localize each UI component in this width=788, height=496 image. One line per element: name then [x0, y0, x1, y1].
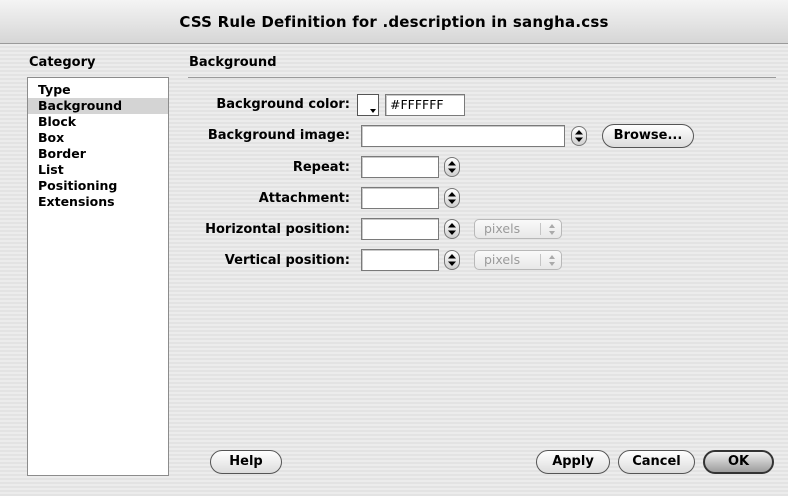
select-divider	[540, 254, 541, 266]
category-item-border[interactable]: Border	[28, 146, 168, 162]
category-list: Type Background Block Box Border List Po…	[27, 77, 169, 476]
panel-heading: Background	[189, 55, 277, 70]
cancel-button[interactable]: Cancel	[618, 450, 695, 474]
category-item-box[interactable]: Box	[28, 130, 168, 146]
category-item-type[interactable]: Type	[28, 82, 168, 98]
repeat-select[interactable]	[361, 156, 439, 178]
horizontal-position-input[interactable]	[361, 218, 439, 240]
background-image-menu-icon[interactable]	[571, 126, 587, 146]
vertical-unit-select[interactable]: pixels	[474, 250, 562, 270]
category-heading: Category	[29, 55, 96, 70]
color-swatch-button[interactable]	[357, 94, 379, 116]
vertical-unit-value: pixels	[484, 252, 521, 267]
category-item-block[interactable]: Block	[28, 114, 168, 130]
ok-button[interactable]: OK	[703, 450, 774, 474]
background-color-label: Background color:	[216, 97, 350, 112]
background-image-label: Background image:	[207, 128, 350, 143]
select-arrows-icon	[549, 255, 555, 266]
attachment-dropdown-icon[interactable]	[444, 188, 460, 208]
background-color-input[interactable]: #FFFFFF	[385, 94, 465, 116]
category-item-extensions[interactable]: Extensions	[28, 194, 168, 210]
attachment-label: Attachment:	[258, 191, 350, 206]
category-item-positioning[interactable]: Positioning	[28, 178, 168, 194]
vertical-position-dropdown-icon[interactable]	[444, 250, 460, 270]
repeat-label: Repeat:	[292, 160, 350, 175]
category-item-background[interactable]: Background	[28, 98, 168, 114]
horizontal-position-dropdown-icon[interactable]	[444, 219, 460, 239]
apply-button[interactable]: Apply	[536, 450, 610, 474]
help-button[interactable]: Help	[210, 450, 282, 474]
browse-button[interactable]: Browse...	[602, 124, 694, 148]
vertical-position-label: Vertical position:	[224, 253, 350, 268]
background-image-input[interactable]	[361, 125, 565, 147]
repeat-dropdown-icon[interactable]	[444, 157, 460, 177]
panel-divider	[188, 77, 776, 78]
vertical-position-input[interactable]	[361, 249, 439, 271]
horizontal-unit-select[interactable]: pixels	[474, 219, 562, 239]
category-item-list[interactable]: List	[28, 162, 168, 178]
select-divider	[540, 223, 541, 235]
swatch-dropdown-icon	[370, 109, 376, 113]
select-arrows-icon	[549, 224, 555, 235]
horizontal-unit-value: pixels	[484, 221, 521, 236]
attachment-select[interactable]	[361, 187, 439, 209]
window-title: CSS Rule Definition for .description in …	[0, 0, 788, 44]
horizontal-position-label: Horizontal position:	[205, 222, 350, 237]
css-rule-definition-dialog: CSS Rule Definition for .description in …	[0, 0, 788, 496]
